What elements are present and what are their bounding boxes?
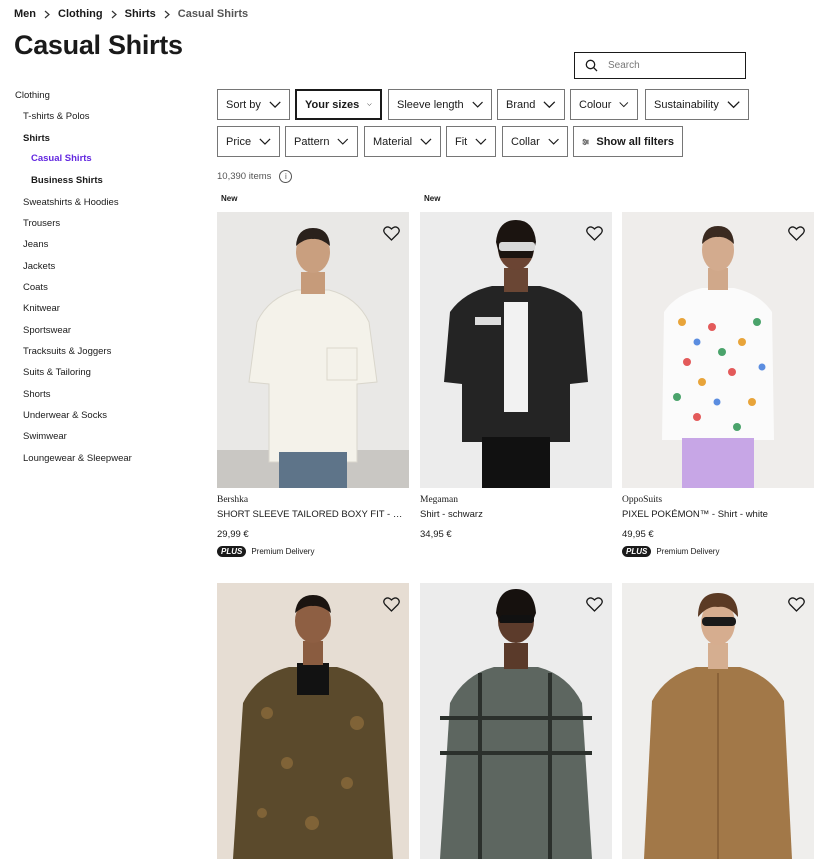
sidebar-item-casual-shirts[interactable]: Casual Shirts (31, 153, 92, 164)
chevron-down-icon (727, 101, 740, 109)
breadcrumb: Men Clothing Shirts Casual Shirts (14, 8, 248, 20)
breadcrumb-men[interactable]: Men (14, 8, 36, 20)
sidebar-item-suits-tailoring[interactable]: Suits & Tailoring (23, 367, 91, 378)
price-label: Price (226, 135, 252, 148)
premium-delivery-label: Premium Delivery (656, 547, 720, 556)
product-image[interactable] (622, 212, 814, 488)
sidebar-item-underwear-socks[interactable]: Underwear & Socks (23, 410, 107, 421)
sidebar-item-jeans[interactable]: Jeans (23, 239, 48, 250)
sidebar-item-clothing[interactable]: Clothing (15, 90, 50, 101)
product-name: Shirt - schwarz (420, 509, 483, 520)
sidebar-item-business-shirts[interactable]: Business Shirts (31, 175, 103, 186)
sort-by-label: Sort by (226, 98, 261, 111)
your-sizes-label: Your sizes (305, 98, 360, 111)
chevron-down-icon (269, 101, 281, 108)
brand-dropdown[interactable]: Brand (497, 89, 565, 120)
premium-delivery-label: Premium Delivery (251, 547, 315, 556)
product-image[interactable] (217, 583, 409, 859)
chevron-down-icon (472, 101, 483, 108)
fit-dropdown[interactable]: Fit (446, 126, 496, 157)
sort-by-dropdown[interactable]: Sort by (217, 89, 290, 120)
product-name: SHORT SLEEVE TAILORED BOXY FIT - Shirt -… (217, 509, 407, 520)
chevron-right-icon (36, 8, 58, 20)
your-sizes-dropdown[interactable]: Your sizes (295, 89, 382, 120)
sidebar-item-loungewear-sleepwear[interactable]: Loungewear & Sleepwear (23, 453, 132, 464)
chevron-down-icon (259, 138, 271, 145)
pattern-dropdown[interactable]: Pattern (285, 126, 358, 157)
new-badge: New (420, 191, 445, 206)
sustainability-label: Sustainability (654, 98, 719, 111)
colour-dropdown[interactable]: Colour (570, 89, 638, 120)
plus-badge: PLUS (622, 546, 652, 557)
info-icon[interactable]: i (279, 170, 293, 183)
sidebar-item-shorts[interactable]: Shorts (23, 389, 50, 400)
product-name: PIXEL POKÉMON™ - Shirt - white (622, 509, 768, 520)
chevron-down-icon (337, 138, 349, 145)
product-image[interactable] (420, 212, 612, 488)
sidebar-item-coats[interactable]: Coats (23, 282, 48, 293)
show-all-filters-button[interactable]: Show all filters (573, 126, 683, 157)
sidebar-item-trousers[interactable]: Trousers (23, 218, 60, 229)
heart-icon[interactable] (782, 219, 810, 247)
sidebar-item-tracksuits-joggers[interactable]: Tracksuits & Joggers (23, 346, 111, 357)
chevron-down-icon (420, 138, 432, 145)
heart-icon[interactable] (580, 590, 608, 618)
product-brand: Megaman (420, 495, 458, 505)
new-badge: New (217, 191, 242, 206)
material-label: Material (373, 135, 413, 148)
breadcrumb-current: Casual Shirts (177, 8, 249, 20)
sleeve-length-label: Sleeve length (397, 98, 464, 111)
sidebar-item-knitwear[interactable]: Knitwear (23, 303, 60, 314)
premium-delivery: PLUS Premium Delivery (217, 546, 314, 557)
product-price: 34,95 € (420, 529, 452, 540)
chevron-down-icon (475, 138, 487, 145)
chevron-right-icon (103, 8, 125, 20)
search-input[interactable] (606, 59, 730, 72)
product-brand: OppoSuits (622, 495, 663, 505)
chevron-down-icon (543, 101, 556, 109)
sidebar-item-tshirts-polos[interactable]: T-shirts & Polos (23, 111, 90, 122)
material-dropdown[interactable]: Material (364, 126, 441, 157)
chevron-down-icon (367, 103, 372, 106)
breadcrumb-shirts[interactable]: Shirts (125, 8, 156, 20)
show-all-filters-label: Show all filters (596, 135, 674, 148)
brand-label: Brand (506, 98, 536, 111)
collar-dropdown[interactable]: Collar (502, 126, 568, 157)
item-count-label: 10,390 items (217, 171, 272, 182)
search-icon (585, 59, 598, 72)
heart-icon[interactable] (377, 219, 405, 247)
sidebar-item-sweatshirts-hoodies[interactable]: Sweatshirts & Hoodies (23, 197, 119, 208)
sidebar-item-shirts[interactable]: Shirts (23, 133, 50, 144)
chevron-down-icon (548, 138, 559, 145)
sidebar-item-swimwear[interactable]: Swimwear (23, 431, 67, 442)
sidebar-item-jackets[interactable]: Jackets (23, 261, 55, 272)
chevron-right-icon (156, 8, 178, 20)
filter-sliders-icon (582, 138, 589, 145)
product-image[interactable] (420, 583, 612, 859)
heart-icon[interactable] (580, 219, 608, 247)
search-box[interactable] (574, 52, 746, 79)
chevron-down-icon (619, 102, 629, 108)
product-brand: Bershka (217, 495, 249, 505)
page-title: Casual Shirts (14, 30, 183, 60)
sleeve-length-dropdown[interactable]: Sleeve length (388, 89, 492, 120)
product-price: 29,99 € (217, 529, 249, 540)
sustainability-dropdown[interactable]: Sustainability (645, 89, 749, 120)
collar-label: Collar (511, 135, 540, 148)
product-price: 49,95 € (622, 529, 654, 540)
price-dropdown[interactable]: Price (217, 126, 280, 157)
breadcrumb-clothing[interactable]: Clothing (58, 8, 103, 20)
heart-icon[interactable] (782, 590, 810, 618)
product-image[interactable] (217, 212, 409, 488)
pattern-label: Pattern (294, 135, 330, 148)
sidebar-item-sportswear[interactable]: Sportswear (23, 325, 71, 336)
product-image[interactable] (622, 583, 814, 859)
fit-label: Fit (455, 135, 468, 148)
colour-label: Colour (579, 98, 612, 111)
premium-delivery: PLUS Premium Delivery (622, 546, 719, 557)
heart-icon[interactable] (377, 590, 405, 618)
item-count: 10,390 items i (217, 170, 293, 183)
plus-badge: PLUS (217, 546, 247, 557)
